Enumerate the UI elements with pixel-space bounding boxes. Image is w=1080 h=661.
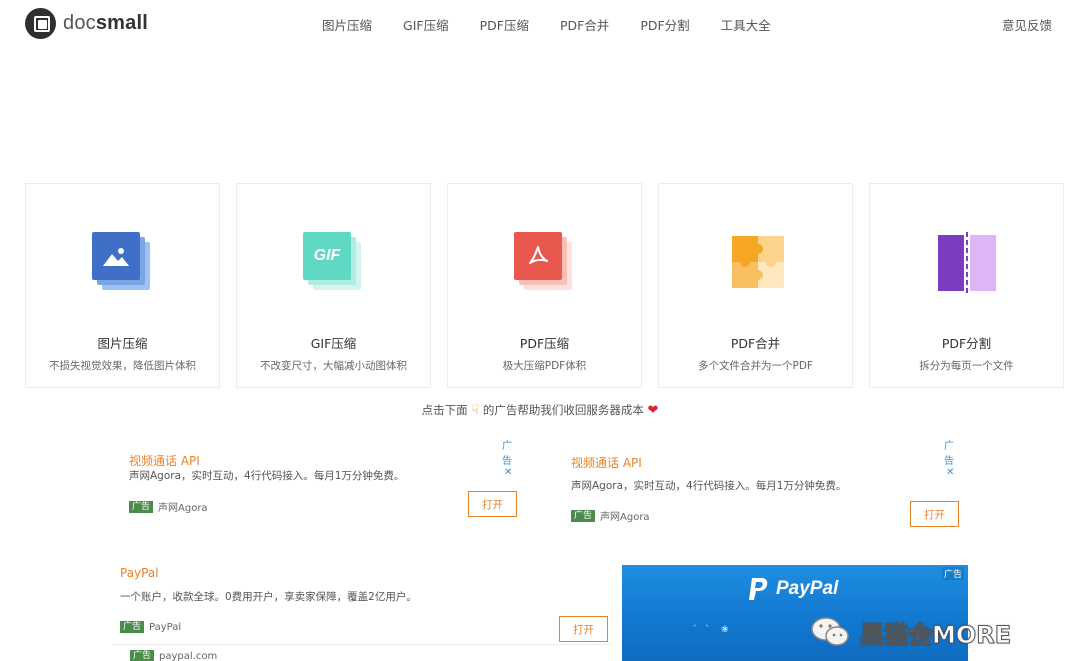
tool-card-image-compress[interactable]: 图片压缩 不损失视觉效果，降低图片体积 — [25, 183, 220, 388]
main-nav: 图片压缩 GIF压缩 PDF压缩 PDF合并 PDF分割 工具大全 — [322, 15, 802, 34]
ad-tag: 广告 — [571, 509, 596, 522]
wechat-watermark: 黑猫会MORE — [810, 614, 1012, 650]
ad-open-button[interactable]: 打开 — [559, 616, 608, 642]
ad-open-button[interactable]: 打开 — [468, 491, 517, 517]
puzzle-icon — [725, 232, 789, 296]
tool-cards: 图片压缩 不损失视觉效果，降低图片体积 GIF GIF压缩 不改变尺寸，大幅减小… — [25, 183, 1064, 388]
paypal-logo: PayPal — [748, 577, 838, 601]
ad-text: 声网Agora，实时互动，4行代码接入。每月1万分钟免费。 — [571, 480, 847, 492]
ad-label[interactable]: 广告✕ — [502, 437, 512, 478]
ad-open-button[interactable]: 打开 — [910, 501, 959, 527]
close-icon[interactable]: ✕ — [504, 467, 512, 478]
tool-card-title: PDF分割 — [941, 336, 992, 351]
heart-icon: ❤ — [647, 403, 659, 418]
nav-image-compress[interactable]: 图片压缩 — [322, 15, 372, 34]
ad-text: 声网Agora，实时互动，4行代码接入。每月1万分钟免费。 — [129, 470, 405, 482]
ad-label[interactable]: 广告✕ — [944, 437, 954, 478]
ad-source: 广告 PayPal — [120, 621, 181, 633]
tool-card-desc: 极大压缩PDF体积 — [502, 360, 587, 372]
ad-source: 广告 声网Agora — [129, 499, 208, 514]
watermark-text: 黑猫会MORE — [859, 620, 1012, 649]
tool-card-desc: 多个文件合并为一个PDF — [698, 360, 813, 372]
tool-card-desc: 拆分为每页一个文件 — [919, 360, 1014, 372]
image-icon — [92, 232, 156, 296]
gif-icon: GIF — [303, 232, 367, 296]
split-icon — [936, 232, 1000, 296]
ad-title[interactable]: 视频通话 API — [129, 452, 200, 469]
logo-icon — [25, 8, 56, 39]
tool-card-title: PDF压缩 — [519, 336, 570, 351]
paypal-wordmark: PayPal — [776, 578, 839, 599]
feedback-link[interactable]: 意见反馈 — [1002, 15, 1052, 34]
tool-card-pdf-compress[interactable]: PDF压缩 极大压缩PDF体积 — [447, 183, 642, 388]
tool-card-title: 图片压缩 — [97, 336, 148, 351]
paypal-p-icon — [748, 577, 770, 601]
nav-gif-compress[interactable]: GIF压缩 — [403, 15, 449, 34]
tool-card-gif-compress[interactable]: GIF GIF压缩 不改变尺寸，大幅减小动图体积 — [236, 183, 431, 388]
ad-title[interactable]: PayPal — [120, 566, 159, 580]
close-icon[interactable]: ✕ — [946, 467, 954, 478]
ad-tag: 广告 — [129, 500, 154, 513]
tool-card-desc: 不改变尺寸，大幅减小动图体积 — [260, 360, 407, 372]
logo-text: docsmall — [63, 12, 149, 34]
ad-title[interactable]: 视频通话 API — [571, 454, 642, 471]
tool-card-title: GIF压缩 — [310, 336, 357, 351]
tool-card-title: PDF合并 — [730, 336, 781, 351]
ad-tag: 广告 — [120, 621, 145, 633]
tool-card-pdf-split[interactable]: PDF分割 拆分为每页一个文件 — [869, 183, 1064, 388]
divider — [112, 644, 612, 661]
nav-pdf-merge[interactable]: PDF合并 — [560, 15, 609, 34]
tool-card-desc: 不损失视觉效果，降低图片体积 — [49, 360, 196, 372]
ad-text: 一个账户，收款全球。0费用开户，享卖家保障，覆盖2亿用户。 — [120, 591, 417, 603]
ad-hint-text: 点击下面 ☟ 的广告帮助我们收回服务器成本 ❤ — [421, 403, 659, 418]
ad-label: 广告 — [941, 567, 964, 580]
ad-source: 广告 声网Agora — [571, 508, 650, 523]
pdf-icon — [514, 232, 578, 296]
wechat-icon — [810, 614, 850, 650]
tool-card-pdf-merge[interactable]: PDF合并 多个文件合并为一个PDF — [658, 183, 853, 388]
nav-all-tools[interactable]: 工具大全 — [721, 15, 771, 34]
nav-pdf-split[interactable]: PDF分割 — [640, 15, 689, 34]
top-header: docsmall 图片压缩 GIF压缩 PDF压缩 PDF合并 PDF分割 工具… — [0, 0, 1080, 48]
site-logo[interactable]: docsmall — [25, 8, 148, 39]
pointing-down-icon: ☟ — [471, 403, 480, 418]
nav-pdf-compress[interactable]: PDF压缩 — [480, 15, 529, 34]
decorative-dots-icon: ˊ ˋ ❀ — [692, 625, 729, 635]
